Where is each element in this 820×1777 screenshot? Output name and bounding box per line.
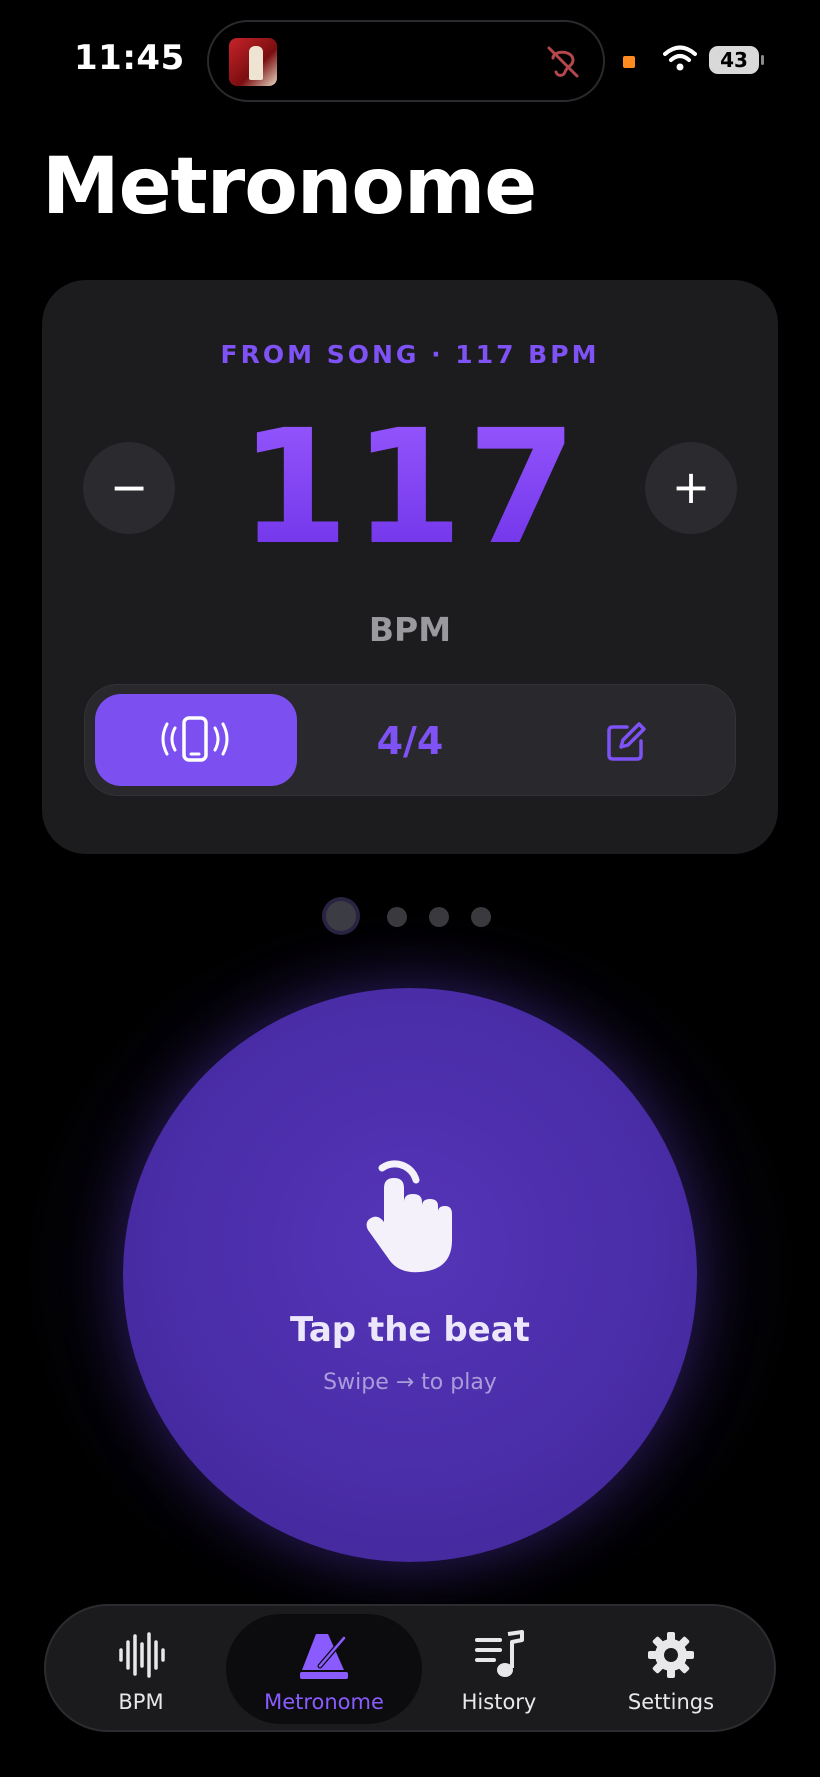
status-time: 11:45	[74, 38, 185, 78]
battery-indicator: 43	[709, 46, 759, 74]
status-bar: 11:45 43	[0, 0, 820, 120]
tab-label-bpm: BPM	[118, 1690, 164, 1714]
page-dot-4[interactable]	[471, 907, 491, 927]
metronome-options-control: 4/4	[84, 684, 736, 796]
waveform-icon	[119, 1632, 165, 1678]
hand-tap-icon	[366, 1160, 452, 1273]
vibrate-mode-button[interactable]	[95, 694, 297, 786]
battery-nub	[761, 55, 764, 65]
metronome-icon	[300, 1634, 348, 1679]
dynamic-island[interactable]	[207, 20, 605, 102]
tap-subtitle: Swipe → to play	[323, 1370, 497, 1395]
bpm-unit-label: BPM	[368, 610, 452, 649]
wifi-icon	[663, 45, 697, 71]
tab-label-metronome: Metronome	[264, 1690, 384, 1714]
tap-beat-button[interactable]: Tap the beat Swipe → to play	[123, 988, 697, 1562]
tab-history[interactable]: History	[412, 1606, 586, 1730]
tab-label-settings: Settings	[627, 1690, 715, 1714]
tab-bpm[interactable]: BPM	[54, 1606, 228, 1730]
page-indicator[interactable]	[326, 897, 496, 937]
recording-indicator	[623, 56, 635, 68]
tab-settings[interactable]: Settings	[584, 1606, 758, 1730]
album-art-thumbnail[interactable]	[229, 38, 277, 86]
edit-icon[interactable]	[605, 721, 647, 763]
ear-muted-icon	[547, 46, 579, 78]
increase-bpm-button[interactable]: +	[645, 442, 737, 534]
source-label: FROM SONG · 117 BPM	[220, 340, 600, 369]
time-signature-button[interactable]: 4/4	[350, 685, 470, 797]
page-dot-3[interactable]	[429, 907, 449, 927]
page-dot-1[interactable]	[326, 901, 356, 931]
music-list-icon	[475, 1630, 524, 1677]
phone-vibrate-icon	[161, 716, 229, 762]
page-dot-2[interactable]	[387, 907, 407, 927]
bpm-card: FROM SONG · 117 BPM − 117 + BPM 4/4	[42, 280, 778, 854]
tap-title: Tap the beat	[290, 1310, 530, 1350]
tab-label-history: History	[461, 1690, 537, 1714]
page-title: Metronome	[42, 142, 537, 232]
tab-metronome[interactable]: Metronome	[226, 1614, 422, 1724]
gear-icon	[648, 1632, 694, 1678]
tab-bar: BPM Metronome History Settings	[44, 1604, 776, 1732]
